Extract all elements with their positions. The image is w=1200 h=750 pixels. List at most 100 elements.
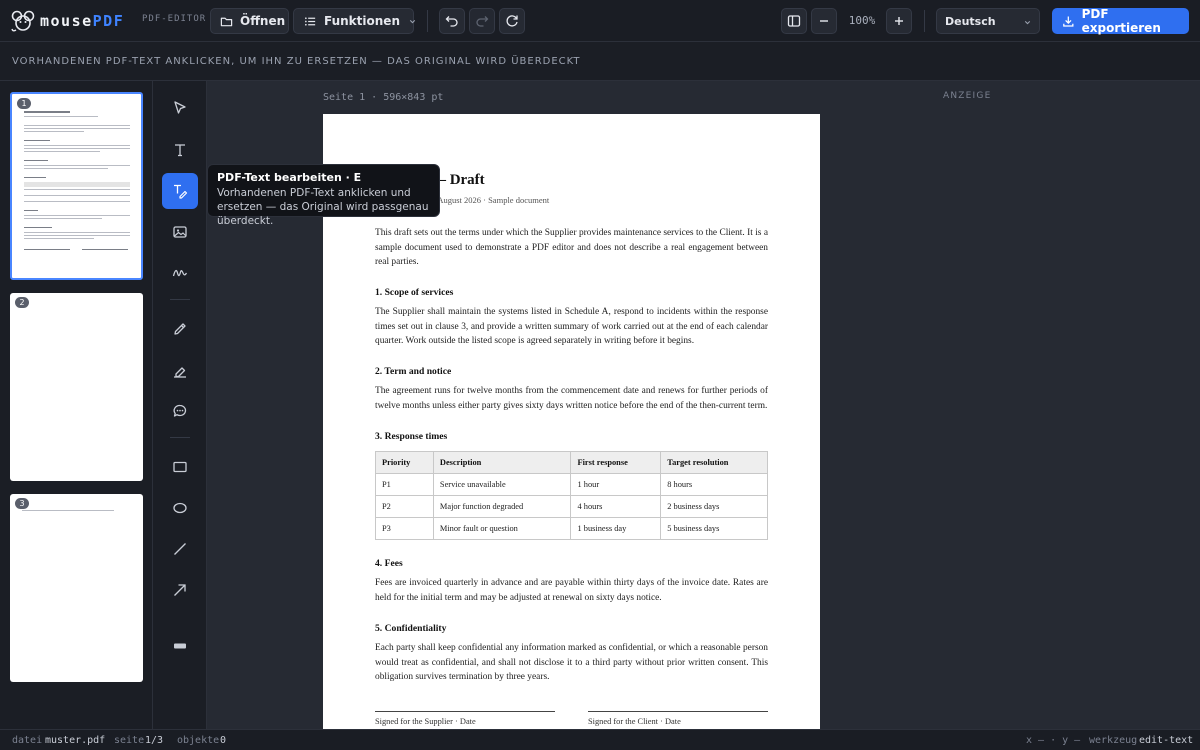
table-header[interactable]: Description xyxy=(432,451,572,474)
tool-image[interactable] xyxy=(162,214,198,250)
table-cell[interactable]: 1 hour xyxy=(570,473,662,496)
table-cell[interactable]: P1 xyxy=(375,473,434,496)
table-cell[interactable]: Major function degraded xyxy=(432,495,572,518)
signature-icon xyxy=(172,269,188,277)
table-row: P3 Minor fault or question 1 business da… xyxy=(375,517,768,540)
status-page-label: seite xyxy=(114,735,145,746)
toggle-sidebar-button[interactable] xyxy=(781,8,807,34)
table-cell[interactable]: Minor fault or question xyxy=(432,517,572,540)
status-objects-label: objekte xyxy=(177,735,220,746)
table-cell[interactable]: 8 hours xyxy=(660,473,768,496)
tool-signature[interactable] xyxy=(162,255,198,291)
table-cell[interactable]: 5 business days xyxy=(660,517,768,540)
response-times-table: Priority Description First response Targ… xyxy=(375,451,768,540)
intro-paragraph[interactable]: This draft sets out the terms under whic… xyxy=(375,226,768,270)
redo-button[interactable] xyxy=(469,8,495,34)
page-thumbnail-1[interactable]: 1 xyxy=(10,92,143,280)
zoom-level: 100% xyxy=(848,14,876,27)
tool-line[interactable] xyxy=(162,531,198,567)
redact-icon xyxy=(174,643,186,649)
text-icon xyxy=(175,144,185,157)
section-heading[interactable]: 5. Confidentiality xyxy=(375,623,446,634)
tool-rectangle[interactable] xyxy=(162,449,198,485)
functions-menu-button[interactable]: Funktionen xyxy=(293,8,416,34)
undo-icon xyxy=(445,16,458,27)
tool-redact[interactable] xyxy=(162,628,198,664)
language-select[interactable]: Deutsch xyxy=(936,8,1040,34)
arrow-icon xyxy=(174,584,186,596)
mouse-logo-icon xyxy=(11,10,35,32)
signature-line-client xyxy=(588,711,768,712)
signature-line-supplier xyxy=(375,711,555,712)
section-paragraph[interactable]: Each party shall keep confidential any i… xyxy=(375,641,768,685)
brand-name: mousePDF xyxy=(40,12,125,30)
section-paragraph[interactable]: The agreement runs for twelve months fro… xyxy=(375,384,768,413)
status-tool-label: werkzeug xyxy=(1089,735,1138,746)
functions-label: Funktionen xyxy=(324,14,400,28)
undo-button[interactable] xyxy=(439,8,465,34)
table-header-row: Priority Description First response Targ… xyxy=(375,451,768,474)
page-thumbnail-2[interactable]: 2 xyxy=(10,293,143,481)
comment-icon xyxy=(173,404,187,417)
app-root: mousePDF PDF-EDITOR Öffnen Funktionen 1 0 xyxy=(0,0,1200,750)
tool-divider xyxy=(170,299,190,300)
tooltip-body: Vorhandenen PDF-Text anklicken und erset… xyxy=(217,187,429,227)
page-size-label: Seite 1 · 596×843 pt xyxy=(323,92,444,103)
tool-highlighter[interactable] xyxy=(162,353,198,389)
status-bar: datei muster.pdf seite 1/3 objekte 0 x —… xyxy=(0,729,1200,750)
table-cell[interactable]: 2 business days xyxy=(660,495,768,518)
highlighter-icon xyxy=(174,367,186,378)
table-cell[interactable]: 4 hours xyxy=(570,495,662,518)
table-cell[interactable]: P2 xyxy=(375,495,434,518)
language-value: Deutsch xyxy=(945,14,996,28)
zoom-out-button[interactable] xyxy=(811,8,837,34)
section-paragraph[interactable]: The Supplier shall maintain the systems … xyxy=(375,305,768,349)
table-header[interactable]: Target resolution xyxy=(660,451,768,474)
thumbnail-number: 3 xyxy=(15,498,29,509)
table-cell[interactable]: Service unavailable xyxy=(432,473,572,496)
tool-comment[interactable] xyxy=(162,393,198,429)
list-icon xyxy=(305,16,316,26)
tool-divider xyxy=(170,437,190,438)
tool-rail xyxy=(153,81,207,729)
export-pdf-button[interactable]: PDF exportieren xyxy=(1052,7,1189,35)
table-header[interactable]: First response xyxy=(570,451,662,474)
hint-text: VORHANDENEN PDF-TEXT ANKLICKEN, UM IHN Z… xyxy=(12,56,581,67)
refresh-icon xyxy=(506,15,518,27)
minus-icon xyxy=(820,20,828,22)
chevron-down-icon xyxy=(409,19,416,23)
table-header[interactable]: Priority xyxy=(375,451,434,474)
table-row: P1 Service unavailable 1 hour 8 hours xyxy=(375,473,768,496)
thumbnail-number: 1 xyxy=(17,98,31,109)
line-icon xyxy=(174,543,186,555)
display-panel-label: ANZEIGE xyxy=(943,91,992,101)
image-icon xyxy=(173,226,187,238)
open-button[interactable]: Öffnen xyxy=(210,8,289,34)
signature-label-supplier[interactable]: Signed for the Supplier · Date xyxy=(375,717,476,726)
tool-edit-text[interactable] xyxy=(162,173,198,209)
page-thumbnails: 1 2 3 xyxy=(0,81,153,729)
section-heading[interactable]: 4. Fees xyxy=(375,558,403,569)
reload-button[interactable] xyxy=(499,8,525,34)
tool-select[interactable] xyxy=(162,90,198,126)
tool-arrow[interactable] xyxy=(162,572,198,608)
zoom-in-button[interactable] xyxy=(886,8,912,34)
cursor-icon xyxy=(174,101,186,114)
ellipse-icon xyxy=(173,502,187,514)
signature-label-client[interactable]: Signed for the Client · Date xyxy=(588,717,681,726)
section-heading[interactable]: 3. Response times xyxy=(375,431,447,442)
table-cell[interactable]: 1 business day xyxy=(570,517,662,540)
tool-ellipse[interactable] xyxy=(162,490,198,526)
section-paragraph[interactable]: Fees are invoiced quarterly in advance a… xyxy=(375,576,768,605)
plus-icon xyxy=(895,17,903,25)
logo: mousePDF xyxy=(10,8,124,34)
sidebar-icon xyxy=(787,15,801,27)
table-cell[interactable]: P3 xyxy=(375,517,434,540)
top-toolbar: mousePDF PDF-EDITOR Öffnen Funktionen 10 xyxy=(0,0,1200,42)
section-heading[interactable]: 2. Term and notice xyxy=(375,366,451,377)
page-thumbnail-3[interactable]: 3 xyxy=(10,494,143,682)
tool-text[interactable] xyxy=(162,132,198,168)
tool-pen[interactable] xyxy=(162,311,198,347)
section-heading[interactable]: 1. Scope of services xyxy=(375,287,453,298)
rectangle-icon xyxy=(173,461,187,473)
